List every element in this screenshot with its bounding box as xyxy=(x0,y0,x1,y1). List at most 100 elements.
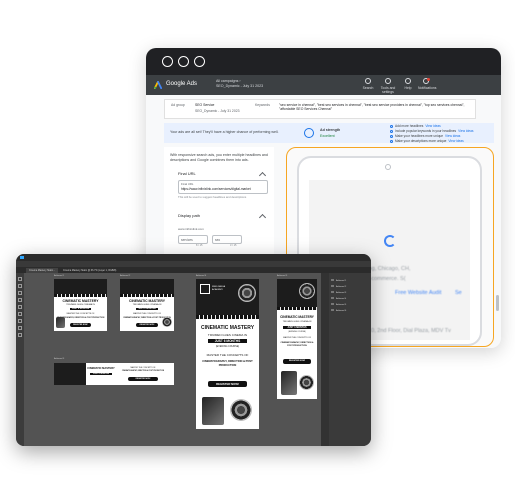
film-reel-graphic xyxy=(299,283,315,299)
layer-name: Artboard 1 xyxy=(336,279,347,282)
ps-menu-bar[interactable] xyxy=(16,254,371,261)
ad-strength-ring-icon xyxy=(304,128,314,138)
layer-thumb-icon xyxy=(331,285,334,288)
collapse-chevron-icon[interactable] xyxy=(258,171,267,180)
final-url-field-label: Final URL xyxy=(181,182,194,186)
panel-icon-strip xyxy=(321,273,329,446)
window-minimize-dot[interactable] xyxy=(178,56,189,67)
ad-group-date: SEO_Dynamic - July 31 2023 xyxy=(195,109,240,113)
final-url-field[interactable]: Final URL https://www.infinixlink.com/se… xyxy=(178,180,268,194)
banner-mode: (EVENING COURSE) xyxy=(215,345,240,348)
film-strip-graphic xyxy=(54,294,107,297)
film-reel-graphic xyxy=(238,284,256,302)
artboard-3[interactable]: CINEMATIC MASTERY JUST 6 MONTHS MASTER T… xyxy=(54,363,174,385)
type-tool-icon[interactable] xyxy=(18,319,22,323)
banner-headline: CINEMATIC MASTERY xyxy=(62,299,99,303)
phone-camera-icon xyxy=(385,164,391,170)
brush-tool-icon[interactable] xyxy=(18,305,22,309)
wrench-icon xyxy=(385,78,391,84)
ps-canvas[interactable]: Artboard 1 CINEMATIC MASTERY TIRUMEN GUE… xyxy=(25,273,319,446)
banner-master-text: MASTER THE CONCEPTS OF xyxy=(206,353,249,357)
form-intro: With responsive search ads, you enter mu… xyxy=(170,153,268,162)
banner-subline: TIRUMEN GUES CINEMA IN xyxy=(66,304,95,306)
ad-group-summary: Ad group SEO Service SEO_Dynamic - July … xyxy=(164,99,476,119)
zoom-tool-icon[interactable] xyxy=(18,333,22,337)
film-reel-graphic xyxy=(230,399,252,421)
layer-row[interactable]: Artboard 1 xyxy=(331,279,369,282)
layer-thumb-icon xyxy=(331,303,334,306)
artboard-5[interactable]: CINEMATIC MASTERY TIRUMEN GUES CINEMA IN… xyxy=(277,279,317,399)
search-icon xyxy=(365,78,371,84)
view-ideas-link[interactable]: View ideas xyxy=(445,134,460,138)
artboard-4[interactable]: WEIS MEDIA ACADEMY CINEMATIC MASTERY TIR… xyxy=(196,279,259,429)
search-button[interactable]: Search xyxy=(360,78,376,90)
path2-value: seo xyxy=(215,237,221,242)
camera-graphic xyxy=(281,371,297,395)
hand-tool-icon[interactable] xyxy=(18,326,22,330)
tools-settings-button[interactable]: Tools and settings xyxy=(380,78,396,94)
banner-badge: JUST 6 MONTHS xyxy=(70,308,91,310)
notification-badge xyxy=(427,78,430,81)
window-close-dot[interactable] xyxy=(162,56,173,67)
ad-group-name: SEO Service xyxy=(195,103,215,107)
layer-row[interactable]: Artboard 2 xyxy=(331,285,369,288)
academy-logo-text: WEIS MEDIA ACADEMY xyxy=(212,286,226,291)
sitelink-services[interactable]: Se xyxy=(455,290,462,296)
path2-counter: 3 / 15 xyxy=(230,244,237,247)
artboard-2[interactable]: CINEMATIC MASTERY TIRUMEN GUES CINEMA IN… xyxy=(120,279,174,331)
sitelink-free-audit[interactable]: Free Website Audit xyxy=(395,290,441,296)
banner-cta: REGISTER NOW! xyxy=(283,359,311,364)
strength-title: Ad strength xyxy=(320,128,341,132)
layer-row[interactable]: Artboard 3 xyxy=(331,291,369,294)
window-titlebar xyxy=(146,48,501,75)
tools-label: Tools and settings xyxy=(380,86,396,94)
tip-item[interactable]: Make your descriptions more unique View i… xyxy=(390,139,464,143)
banner-skills: CINEMATOGRAPHY, DIRECTION & POST PRODUCT… xyxy=(121,371,165,372)
camera-graphic xyxy=(202,397,224,425)
display-path-label: Display path xyxy=(178,213,201,218)
marquee-tool-icon[interactable] xyxy=(18,284,22,288)
check-circle-icon xyxy=(390,134,393,138)
tip-item[interactable]: Make your headlines more unique View idea… xyxy=(390,134,460,138)
banner-cta: REGISTER NOW! xyxy=(70,323,91,327)
layer-thumb-icon xyxy=(331,291,334,294)
banner-side-graphic xyxy=(54,363,86,385)
film-reel-graphic xyxy=(162,317,172,327)
collapse-chevron-icon[interactable] xyxy=(258,213,267,222)
view-ideas-link[interactable]: View ideas xyxy=(458,129,473,133)
photoshop-window: Cinema Mastery Static... Cinema Mastery … xyxy=(16,254,371,446)
artboard-label: Artboard 3 xyxy=(54,358,65,360)
path1-counter: 8 / 15 xyxy=(196,244,203,247)
path2-input[interactable]: seo xyxy=(212,235,242,244)
banner-master-text: MASTER THE CONCEPTS OF xyxy=(66,313,95,315)
ps-logo-icon xyxy=(20,256,24,259)
notifications-button[interactable]: Notifications xyxy=(418,78,436,90)
move-tool-icon[interactable] xyxy=(18,277,22,281)
tip-item[interactable]: Include popular keywords in your headlin… xyxy=(390,129,474,133)
eraser-tool-icon[interactable] xyxy=(18,312,22,316)
layer-name: Artboard 6 xyxy=(336,309,347,312)
ads-header: Google Ads All campaigns › SEO_Dynamic -… xyxy=(146,75,501,95)
campaign-breadcrumb[interactable]: All campaigns › SEO_Dynamic - July 31 20… xyxy=(216,79,263,89)
crop-tool-icon[interactable] xyxy=(18,298,22,302)
layer-thumb-icon xyxy=(331,309,334,312)
banner-header xyxy=(54,279,107,294)
banner-skills: CINEMATOGRAPHY, DIRECTION & POST PRODUCT… xyxy=(280,342,314,347)
banner-cta: REGISTER NOW! xyxy=(128,377,158,381)
layer-row[interactable]: Artboard 4 xyxy=(331,297,369,300)
check-circle-icon xyxy=(390,129,393,133)
artboard-1[interactable]: CINEMATIC MASTERY TIRUMEN GUES CINEMA IN… xyxy=(54,279,107,331)
path1-input[interactable]: services xyxy=(178,235,208,244)
view-ideas-link[interactable]: View ideas xyxy=(425,124,440,128)
layer-row[interactable]: Artboard 5 xyxy=(331,303,369,306)
artboard-label: Artboard 1 xyxy=(54,275,65,277)
lasso-tool-icon[interactable] xyxy=(18,291,22,295)
layer-row[interactable]: Artboard 6 xyxy=(331,309,369,312)
view-ideas-link[interactable]: View ideas xyxy=(448,139,463,143)
banner-subline: TIRUMEN GUES CINEMA IN xyxy=(132,304,162,306)
help-button[interactable]: Help xyxy=(400,78,416,90)
path1-value: services xyxy=(181,237,193,242)
tip-item[interactable]: Add more headlines View ideas xyxy=(390,124,441,128)
window-maximize-dot[interactable] xyxy=(194,56,205,67)
page-scrollbar[interactable] xyxy=(496,295,499,311)
